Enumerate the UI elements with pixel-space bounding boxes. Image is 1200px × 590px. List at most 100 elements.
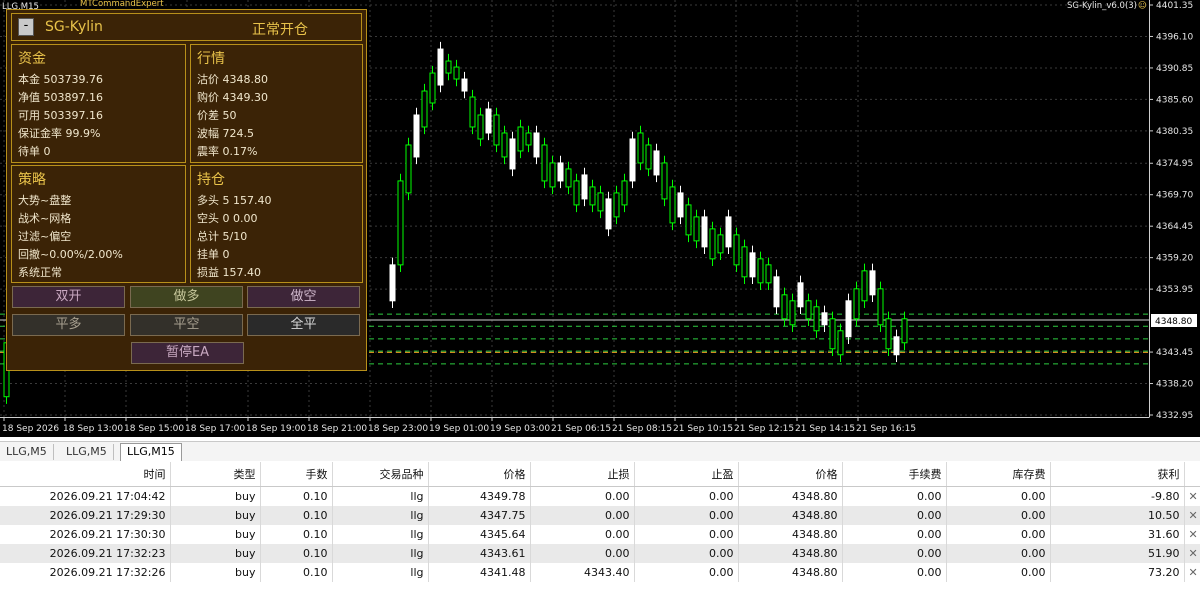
tab-llg-m15[interactable]: LLG,M15 (120, 443, 182, 461)
price-chart[interactable]: 4401.35 4396.10 4390.85 4385.60 4380.35 4374.… (0, 0, 1200, 437)
candle-body (829, 318, 836, 350)
header-symbol[interactable]: 交易品种 (332, 462, 429, 487)
time-tick-label: 19 Sep 03:00 (490, 424, 550, 434)
market-line: 价差 50 (197, 109, 237, 122)
candle-body (533, 132, 540, 158)
close-long-button[interactable]: 平多 (12, 314, 125, 336)
table-cell: 0.00 (842, 544, 947, 563)
table-cell: 10.50 (1050, 506, 1185, 525)
header-swap[interactable]: 库存费 (946, 462, 1051, 487)
table-cell: 0.00 (530, 525, 635, 544)
table-cell: 0.00 (842, 486, 947, 506)
table-row[interactable]: 2026.09.21 17:32:26 buy 0.10 llg 4341.48 4343… (0, 563, 1200, 582)
table-cell: 0.00 (634, 525, 739, 544)
header-commission[interactable]: 手续费 (842, 462, 947, 487)
table-cell: buy (170, 563, 261, 582)
funds-line: 待单 0 (18, 145, 51, 158)
close-short-button[interactable]: 平空 (130, 314, 243, 336)
candle-body (509, 138, 516, 170)
candle-body (629, 138, 636, 182)
table-cell: 2026.09.21 17:29:30 (0, 506, 171, 525)
time-tick-label: 18 Sep 23:00 (368, 424, 428, 434)
close-order-icon[interactable]: ✕ (1184, 563, 1200, 582)
price-tick-label: 4364.45 (1156, 222, 1193, 232)
market-line: 波幅 724.5 (197, 127, 254, 140)
candle-body (589, 186, 596, 206)
price-tick-label: 4338.20 (1156, 380, 1193, 390)
table-cell: -9.80 (1050, 486, 1185, 506)
candle-body (789, 300, 796, 326)
position-box: 持仓 多头 5 157.40 空头 0 0.00 总计 5/10 挂单 0 损益… (190, 165, 363, 283)
candle-body (869, 270, 876, 296)
price-axis-labels: 4401.35 4396.10 4390.85 4385.60 4380.35 4374.… (1149, 1, 1193, 421)
tab-llg-m5[interactable]: LLG,M5 (0, 444, 54, 460)
market-title: 行情 (197, 51, 225, 67)
tab-llg-m5-2[interactable]: LLG,M5 (60, 444, 114, 460)
candle-body (389, 264, 396, 302)
header-profit[interactable]: 获利 (1050, 462, 1185, 487)
candle-body (853, 288, 860, 320)
candle-body (405, 144, 412, 194)
close-order-icon[interactable]: ✕ (1184, 486, 1200, 506)
table-cell: 0.00 (946, 525, 1051, 544)
table-cell: 0.10 (260, 506, 333, 525)
position-line: 多头 5 157.40 (197, 194, 272, 207)
candle-body (717, 234, 724, 254)
table-cell: 0.00 (946, 486, 1051, 506)
table-cell: 0.00 (634, 563, 739, 582)
header-time[interactable]: 时间 (0, 462, 171, 487)
candle-body (701, 216, 708, 248)
candle-body (733, 234, 740, 266)
time-tick-label: 18 Sep 21:00 (307, 424, 367, 434)
close-order-icon[interactable]: ✕ (1184, 506, 1200, 525)
close-order-icon[interactable]: ✕ (1184, 544, 1200, 563)
market-line: 购价 4349.30 (197, 91, 268, 104)
table-row[interactable]: 2026.09.21 17:30:30 buy 0.10 llg 4345.64 0.00… (0, 525, 1200, 544)
open-both-button[interactable]: 双开 (12, 286, 125, 308)
candle-body (781, 294, 788, 320)
table-row[interactable]: 2026.09.21 17:32:23 buy 0.10 llg 4343.61 0.00… (0, 544, 1200, 563)
table-row[interactable]: 2026.09.21 17:29:30 buy 0.10 llg 4347.75 0.00… (0, 506, 1200, 525)
position-line: 损益 157.40 (197, 266, 261, 279)
table-cell: 4345.64 (428, 525, 531, 544)
sell-button[interactable]: 做空 (247, 286, 360, 308)
header-open-price[interactable]: 价格 (428, 462, 531, 487)
price-tick-label: 4380.35 (1156, 127, 1193, 137)
ea-name: SG-Kylin (45, 19, 103, 35)
candle-body (901, 318, 908, 344)
header-take-profit[interactable]: 止盈 (634, 462, 739, 487)
time-tick-label: 18 Sep 13:00 (63, 424, 123, 434)
candle-body (813, 306, 820, 332)
close-all-button[interactable]: 全平 (247, 314, 360, 336)
candle-body (517, 126, 524, 152)
buy-button[interactable]: 做多 (130, 286, 243, 308)
table-cell: 0.00 (946, 544, 1051, 563)
minimize-button[interactable]: - (18, 18, 34, 36)
current-price-label: 4348.80 (1155, 317, 1192, 327)
table-cell: 0.00 (634, 486, 739, 506)
table-header-row: 时间 类型 手数 交易品种 价格 止损 止盈 价格 手续费 库存费 获利 (0, 462, 1200, 487)
header-current-price[interactable]: 价格 (738, 462, 843, 487)
time-tick-label: 18 Sep 19:00 (246, 424, 306, 434)
close-order-icon[interactable]: ✕ (1184, 525, 1200, 544)
time-tick-label: 19 Sep 01:00 (429, 424, 489, 434)
candle-body (493, 114, 500, 146)
header-type[interactable]: 类型 (170, 462, 261, 487)
table-cell: llg (332, 486, 429, 506)
pause-ea-button[interactable]: 暂停EA (131, 342, 244, 364)
candle-body (621, 180, 628, 206)
table-cell: 0.00 (530, 486, 635, 506)
candle-body (749, 252, 756, 278)
strategy-line: 回撤~0.00%/2.00% (18, 248, 123, 261)
table-cell: 4343.40 (530, 563, 635, 582)
candle-body (397, 180, 404, 266)
candle-body (645, 144, 652, 170)
candle-body (469, 96, 476, 128)
header-lots[interactable]: 手数 (260, 462, 333, 487)
table-row[interactable]: 2026.09.21 17:04:42 buy 0.10 llg 4349.78 0.00… (0, 486, 1200, 506)
ea-status: 正常开仓 (252, 22, 308, 38)
header-stop-loss[interactable]: 止损 (530, 462, 635, 487)
funds-line: 可用 503397.16 (18, 109, 103, 122)
table-cell: 0.00 (842, 525, 947, 544)
table-cell: 0.00 (634, 544, 739, 563)
